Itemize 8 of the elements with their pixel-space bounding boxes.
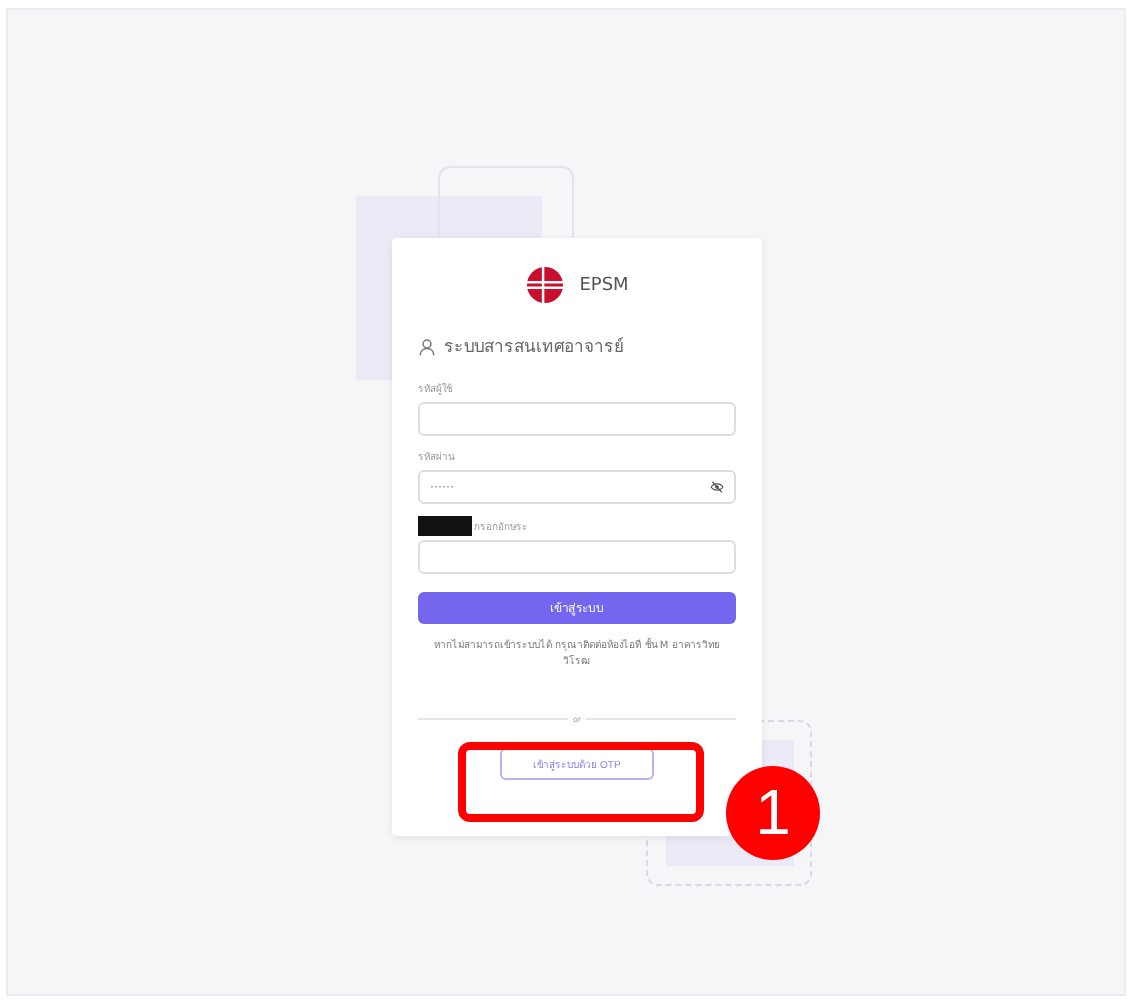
captcha-image xyxy=(418,516,472,536)
username-field[interactable] xyxy=(418,402,736,436)
eye-slash-icon[interactable] xyxy=(710,480,724,494)
captcha-field[interactable] xyxy=(418,540,736,574)
brand-name: EPSM xyxy=(579,275,629,295)
user-icon xyxy=(418,337,436,355)
logo-icon xyxy=(525,266,564,304)
form-title: ระบบสารสนเทศอาจารย์ xyxy=(444,335,624,360)
